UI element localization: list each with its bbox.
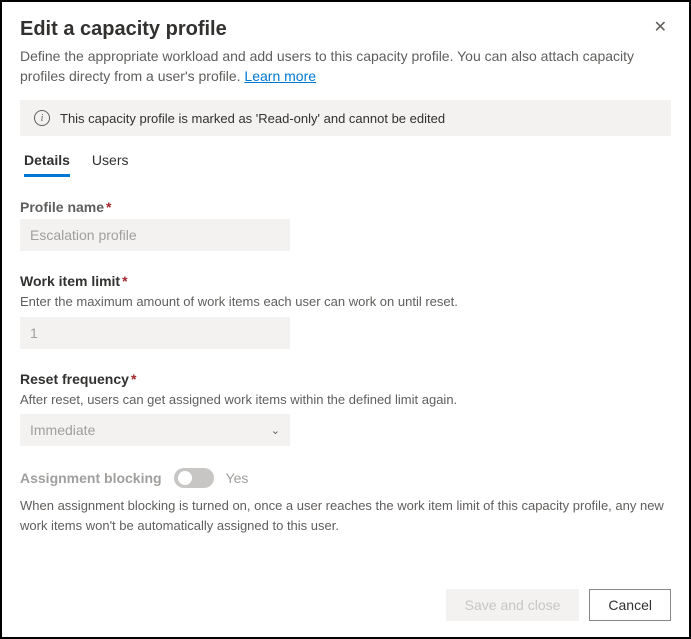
banner-text: This capacity profile is marked as 'Read… bbox=[60, 111, 445, 126]
label-text: Profile name bbox=[20, 199, 104, 215]
work-item-limit-label: Work item limit* bbox=[20, 273, 671, 289]
info-icon: i bbox=[34, 110, 50, 126]
assignment-blocking-label: Assignment blocking bbox=[20, 470, 162, 486]
required-asterisk: * bbox=[106, 199, 111, 215]
assignment-blocking-field: Assignment blocking Yes When assignment … bbox=[20, 468, 671, 535]
toggle-state-text: Yes bbox=[226, 470, 249, 486]
input-value: 1 bbox=[30, 325, 38, 341]
work-item-limit-field: Work item limit* Enter the maximum amoun… bbox=[20, 273, 671, 349]
tab-details[interactable]: Details bbox=[24, 152, 70, 177]
reset-frequency-field: Reset frequency* After reset, users can … bbox=[20, 371, 671, 447]
select-value: Immediate bbox=[30, 422, 95, 438]
label-text: Work item limit bbox=[20, 273, 120, 289]
dialog-description: Define the appropriate workload and add … bbox=[20, 47, 671, 86]
reset-frequency-select: Immediate ⌄ bbox=[20, 414, 290, 446]
readonly-banner: i This capacity profile is marked as 'Re… bbox=[20, 100, 671, 136]
learn-more-link[interactable]: Learn more bbox=[244, 68, 316, 84]
profile-name-field: Profile name* Escalation profile bbox=[20, 199, 671, 251]
label-text: Reset frequency bbox=[20, 371, 129, 387]
description-text: Define the appropriate workload and add … bbox=[20, 48, 634, 84]
chevron-down-icon: ⌄ bbox=[271, 424, 280, 437]
assignment-blocking-toggle bbox=[174, 468, 214, 488]
reset-frequency-label: Reset frequency* bbox=[20, 371, 671, 387]
assignment-blocking-description: When assignment blocking is turned on, o… bbox=[20, 496, 671, 535]
dialog-footer: Save and close Cancel bbox=[446, 589, 671, 621]
work-item-limit-hint: Enter the maximum amount of work items e… bbox=[20, 293, 671, 311]
work-item-limit-input: 1 bbox=[20, 317, 290, 349]
required-asterisk: * bbox=[122, 273, 127, 289]
tab-list: Details Users bbox=[20, 152, 671, 177]
tab-users[interactable]: Users bbox=[92, 152, 129, 177]
input-value: Escalation profile bbox=[30, 227, 137, 243]
profile-name-input: Escalation profile bbox=[20, 219, 290, 251]
close-button[interactable]: ✕ bbox=[650, 18, 671, 38]
save-and-close-button: Save and close bbox=[446, 589, 580, 621]
reset-frequency-hint: After reset, users can get assigned work… bbox=[20, 391, 671, 409]
profile-name-label: Profile name* bbox=[20, 199, 671, 215]
dialog-title: Edit a capacity profile bbox=[20, 18, 227, 41]
required-asterisk: * bbox=[131, 371, 136, 387]
toggle-knob bbox=[178, 471, 192, 485]
cancel-button[interactable]: Cancel bbox=[589, 589, 671, 621]
close-icon: ✕ bbox=[654, 19, 667, 36]
